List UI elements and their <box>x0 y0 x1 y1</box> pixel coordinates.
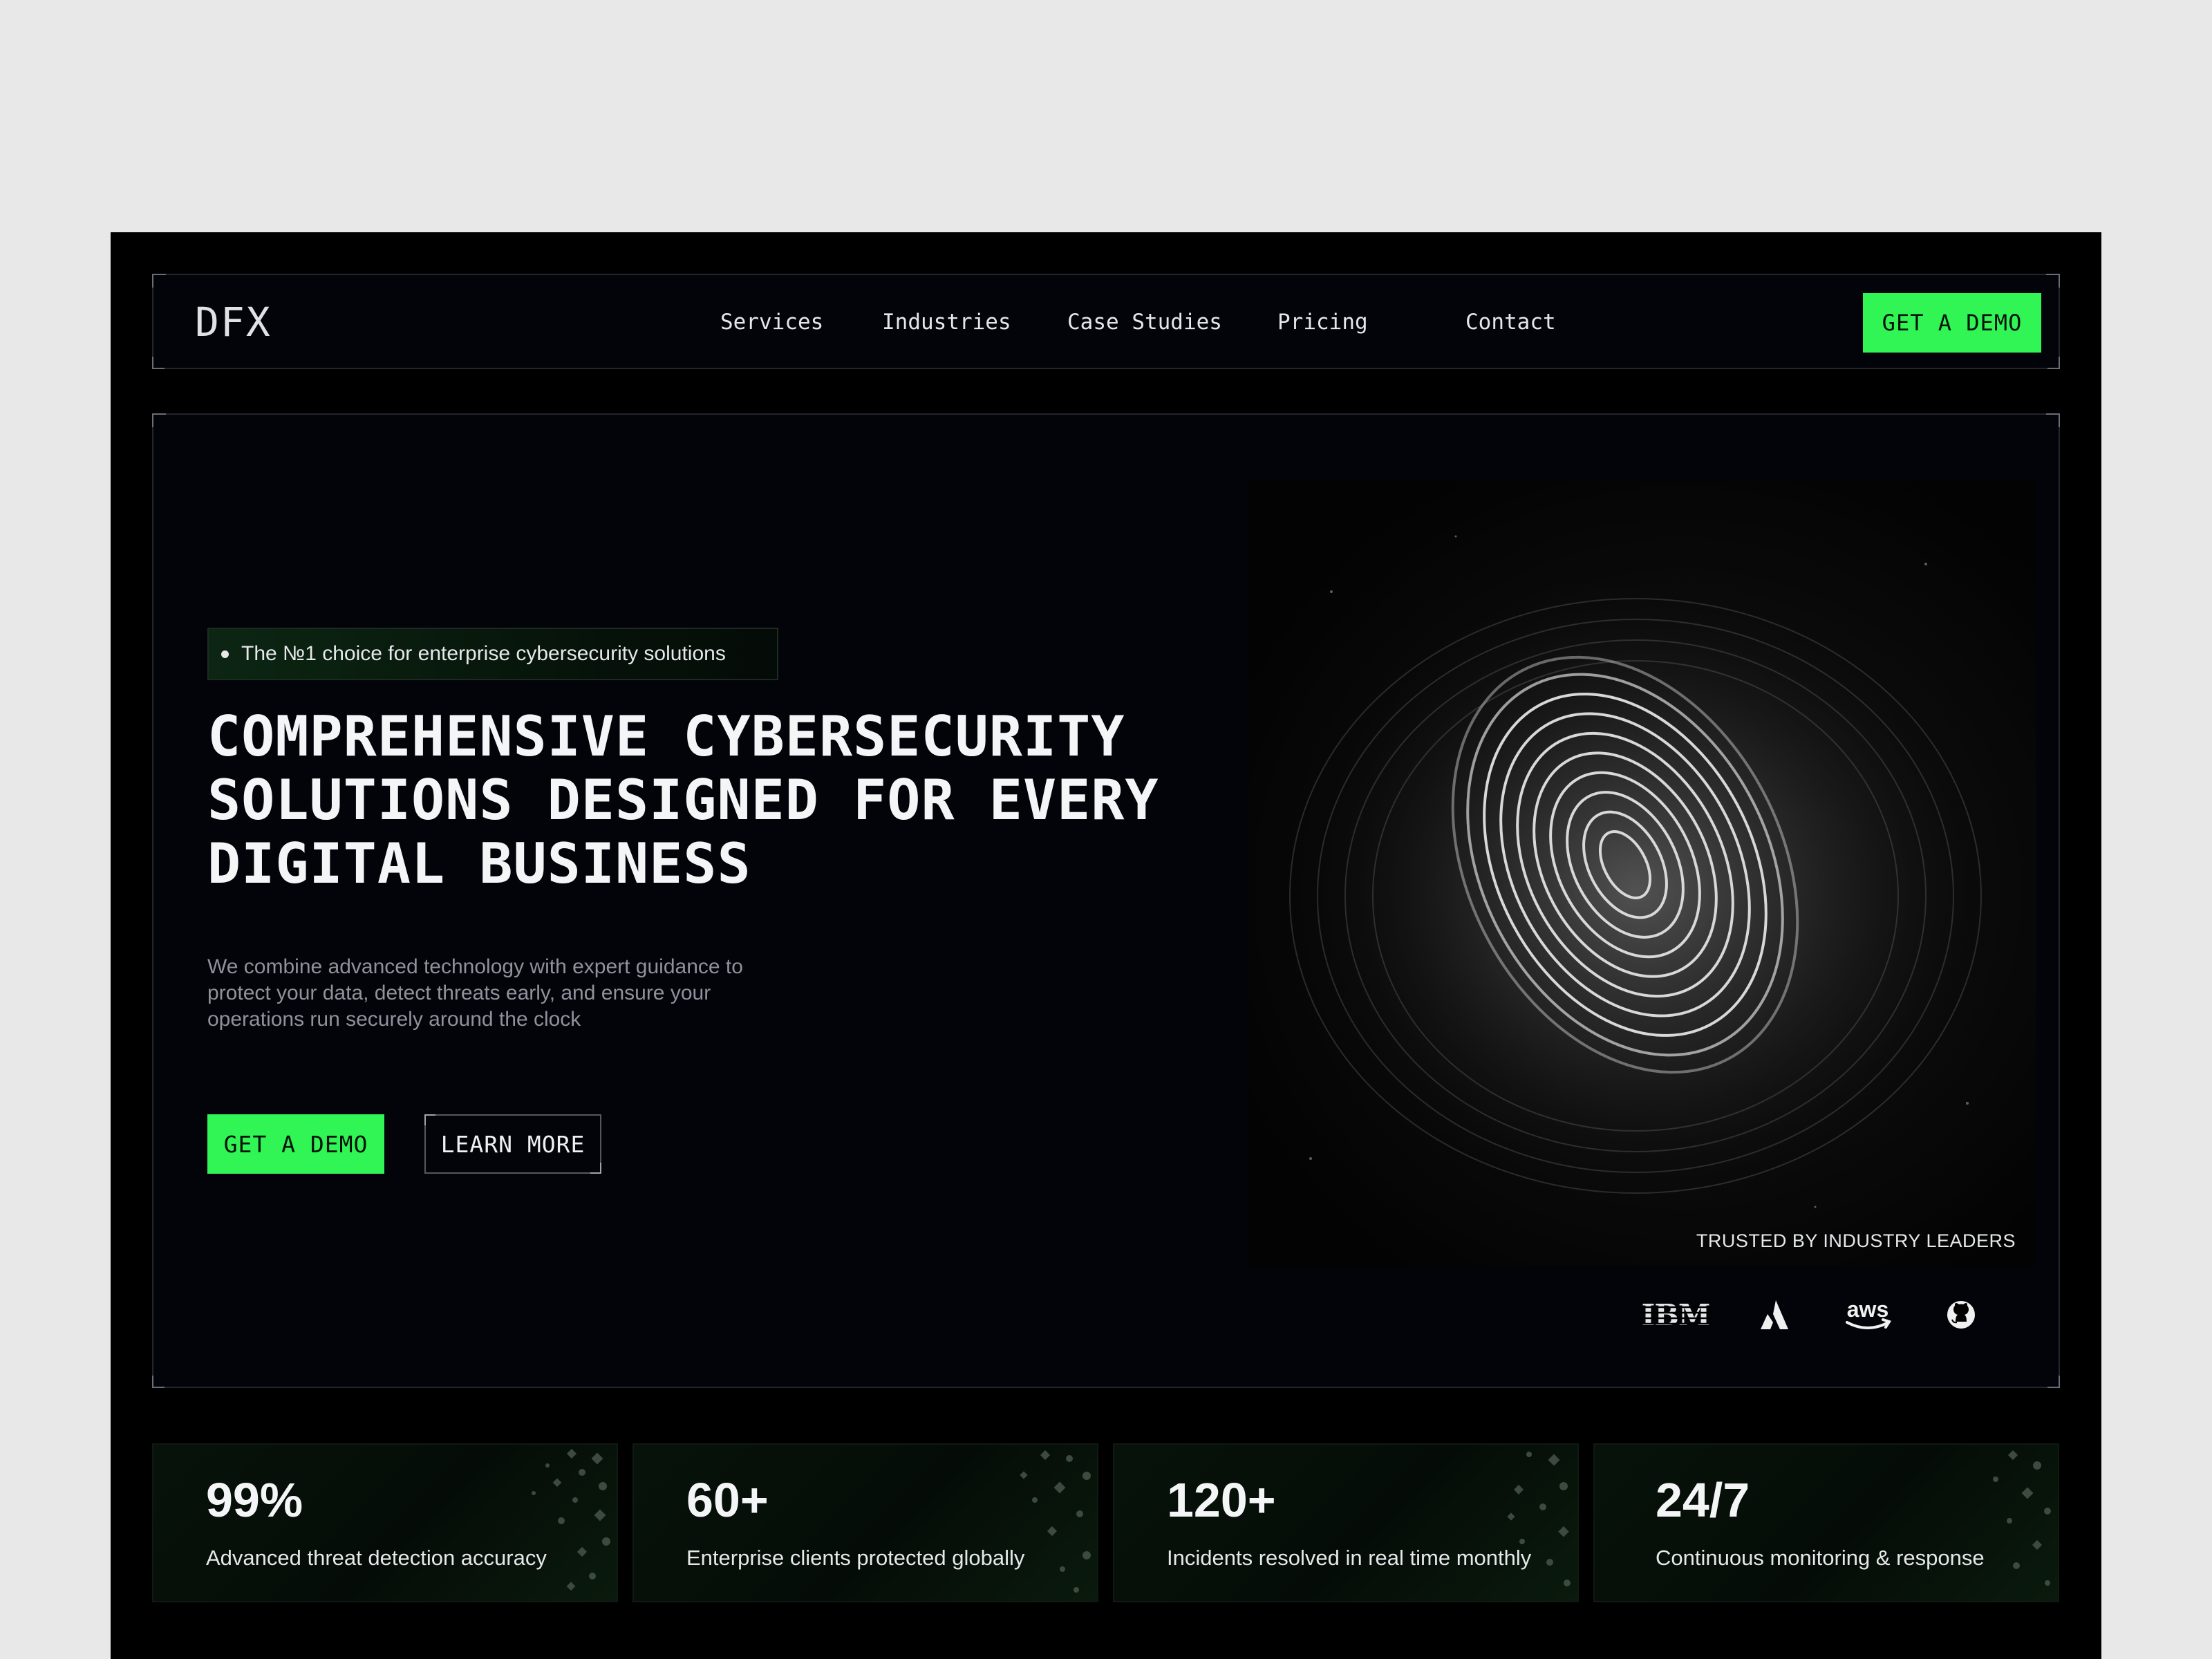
stat-card: 99% Advanced threat detection accuracy <box>152 1443 618 1602</box>
stat-value: 60+ <box>686 1472 769 1528</box>
nav-link-pricing[interactable]: Pricing <box>1277 308 1368 336</box>
trusted-label: TRUSTED BY INDUSTRY LEADERS <box>1696 1230 2016 1252</box>
nav-link-industries[interactable]: Industries <box>882 308 1011 336</box>
hero-section: The №1 choice for enterprise cybersecuri… <box>152 413 2060 1388</box>
pixel-pattern-icon <box>945 1445 1097 1602</box>
nav-get-demo-button[interactable]: GET A DEMO <box>1863 293 2041 353</box>
hero-headline-line: SOLUTIONS DESIGNED FOR EVERY <box>207 769 1230 832</box>
hero-headline: COMPREHENSIVE CYBERSECURITY SOLUTIONS DE… <box>207 705 1230 896</box>
pixel-pattern-icon <box>1906 1445 2058 1602</box>
nav-link-services[interactable]: Services <box>720 308 823 336</box>
navbar: DFX Services Industries Case Studies Pri… <box>152 274 2060 369</box>
github-logo-icon <box>1944 1287 1978 1342</box>
learn-more-button[interactable]: LEARN MORE <box>424 1114 601 1174</box>
stat-label: Continuous monitoring & response <box>1656 1546 1985 1571</box>
nav-link-contact[interactable]: Contact <box>1465 308 1556 336</box>
stat-label: Advanced threat detection accuracy <box>206 1546 547 1571</box>
ibm-logo-icon: IBM <box>1640 1287 1712 1342</box>
aws-logo-icon: aws <box>1840 1287 1895 1342</box>
hero-headline-line: DIGITAL BUSINESS <box>207 832 1230 896</box>
hero-badge-text: The №1 choice for enterprise cybersecuri… <box>241 642 726 666</box>
stat-value: 99% <box>206 1472 303 1528</box>
svg-text:IBM: IBM <box>1642 1298 1710 1332</box>
stat-value: 120+ <box>1167 1472 1276 1528</box>
fingerprint-icon <box>1248 481 2036 1266</box>
stat-label: Incidents resolved in real time monthly <box>1167 1546 1531 1571</box>
stat-value: 24/7 <box>1656 1472 1750 1528</box>
atlassian-logo-icon <box>1757 1287 1792 1342</box>
bullet-dot-icon <box>221 650 229 658</box>
site-frame: DFX Services Industries Case Studies Pri… <box>111 232 2101 1659</box>
nav-link-case-studies[interactable]: Case Studies <box>1067 308 1222 336</box>
stat-card: 120+ Incidents resolved in real time mon… <box>1113 1443 1579 1602</box>
partner-logos: IBM aws <box>1640 1287 2027 1342</box>
pixel-pattern-icon <box>1425 1445 1577 1602</box>
stat-card: 24/7 Continuous monitoring & response <box>1593 1443 2059 1602</box>
hero-image <box>1248 481 2036 1266</box>
hero-headline-line: COMPREHENSIVE CYBERSECURITY <box>207 705 1230 769</box>
stat-label: Enterprise clients protected globally <box>686 1546 1024 1571</box>
svg-text:aws: aws <box>1847 1297 1888 1322</box>
hero-subtext: We combine advanced technology with expe… <box>207 954 788 1033</box>
hero-get-demo-button[interactable]: GET A DEMO <box>207 1114 384 1174</box>
pixel-pattern-icon <box>465 1445 617 1602</box>
hero-badge: The №1 choice for enterprise cybersecuri… <box>207 628 778 680</box>
nav-links: Services Industries Case Studies Pricing… <box>153 275 2059 368</box>
stat-card: 60+ Enterprise clients protected globall… <box>632 1443 1098 1602</box>
